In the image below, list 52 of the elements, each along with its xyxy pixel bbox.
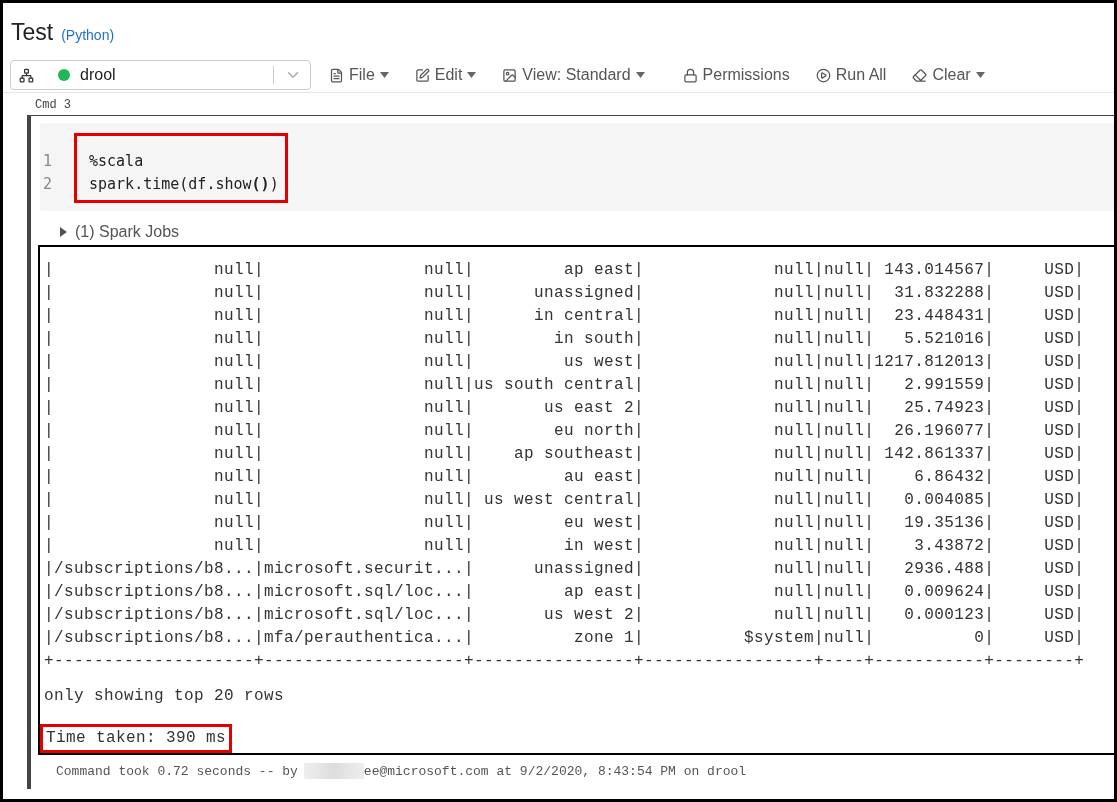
caret-icon	[975, 72, 985, 78]
output-line: | null| null|us south central| null|null| 2.991559| USD|	[44, 375, 1086, 396]
cluster-selector[interactable]: drool	[10, 60, 311, 90]
lock-icon	[682, 67, 698, 83]
menu-button[interactable]: Run All	[809, 62, 893, 88]
output-line: | null| null| us west central| null|null| 0.004085| USD|	[44, 490, 1086, 511]
document-icon	[329, 67, 344, 83]
output-line: +--------------------+--------------------+----------------+-----------------+----+-----------+--------+	[44, 651, 1086, 672]
command-info: Command took 0.72 seconds -- by	[56, 763, 298, 779]
menu-button[interactable]: View: Standard	[496, 62, 651, 88]
cell-label: Cmd 3	[34, 97, 72, 112]
caret-icon	[467, 72, 477, 78]
output-line: | null| null| in west| null|null| 3.43872| USD|	[44, 536, 1086, 557]
picture-icon	[502, 67, 518, 83]
caret-icon	[635, 72, 645, 78]
line-number: 1	[43, 151, 54, 172]
redacted-block	[303, 763, 364, 779]
notebook-title: Test	[11, 19, 54, 46]
output-note: only showing top 20 rows	[44, 686, 286, 707]
output-line: | null| null| in central| null|null| 23.448431| USD|	[44, 306, 1086, 327]
output-line: | null| null| au east| null|null| 6.86432| USD|	[44, 467, 1086, 488]
cluster-tree-icon	[19, 67, 34, 83]
output-line: | null| null| us west| null|null|1217.812013| USD|	[44, 352, 1086, 373]
output-line: | null| null| ap east| null|null| 143.014567| USD|	[44, 260, 1086, 281]
spark-jobs-toggle[interactable]: (1) Spark Jobs	[60, 223, 180, 241]
menu-button[interactable]: Clear	[906, 62, 991, 88]
output-line: | null| null| unassigned| null|null| 31.832288| USD|	[44, 283, 1086, 304]
language-label: (Python)	[61, 27, 115, 43]
output-line: |/subscriptions/b8...|microsoft.sql/loc...| us west 2| null|null| 0.000123| USD|	[44, 605, 1086, 626]
code-line: %scala	[89, 151, 145, 172]
code-line: spark.time(df.show())	[89, 174, 279, 195]
code-editor[interactable]: 1 %scala 2 spark.time(df.show())	[40, 123, 1114, 211]
command-info: ee@microsoft.com at 9/2/2020, 8:43:54 PM on drool	[363, 763, 747, 779]
output-line: | null| null| ap southeast| null|null| 142.861337| USD|	[44, 444, 1086, 465]
output-line: | null| null| eu north| null|null| 26.196077| USD|	[44, 421, 1086, 442]
triangle-right-icon	[60, 227, 67, 237]
cluster-name: drool	[80, 66, 116, 84]
play-circle-icon	[815, 67, 831, 83]
output-line: |/subscriptions/b8...|mfa/perauthentica...| zone 1| $system|null| 0| USD|	[44, 628, 1086, 649]
output-line: |/subscriptions/b8...|microsoft.securit...| unassigned| null|null| 2936.488| USD|	[44, 559, 1086, 580]
eraser-icon	[912, 67, 928, 83]
output-line: | null| null| us east 2| null|null| 25.74923| USD|	[44, 398, 1086, 419]
menu-button[interactable]: File	[323, 62, 395, 88]
pencil-square-icon	[414, 67, 430, 83]
timing-text: Time taken: 390 ms	[40, 724, 233, 753]
output-line: |/subscriptions/b8...|microsoft.sql/loc...| ap east| null|null| 0.009624| USD|	[44, 582, 1086, 603]
menu-button[interactable]: Edit	[408, 62, 483, 88]
output-line: | null| null| in south| null|null| 5.521016| USD|	[44, 329, 1086, 350]
menu-button[interactable]: Permissions	[676, 62, 796, 88]
line-number: 2	[43, 174, 54, 195]
caret-icon	[379, 72, 389, 78]
output-line: | null| null| eu west| null|null| 19.35136| USD|	[44, 513, 1086, 534]
